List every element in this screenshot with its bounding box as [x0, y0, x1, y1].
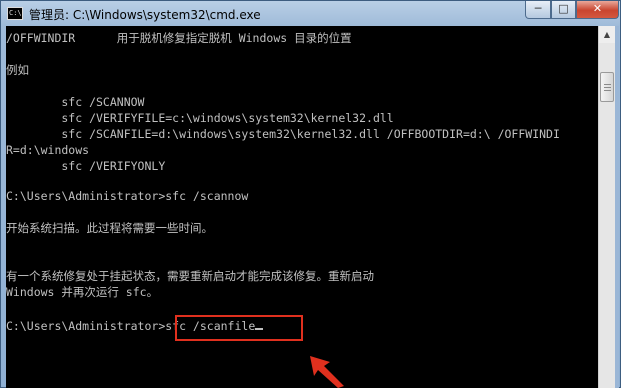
scroll-up-arrow-icon[interactable]: ▲ [599, 26, 615, 43]
grip-icon [604, 90, 611, 91]
console-line: /OFFWINDIR 用于脱机修复指定脱机 Windows 目录的位置 [6, 31, 352, 45]
grip-icon [604, 84, 611, 85]
console-line: sfc /SCANFILE=d:\windows\system32\kernel… [6, 127, 560, 141]
grip-icon [604, 87, 611, 88]
console-line: R=d:\windows [6, 143, 90, 157]
console-line: 有一个系统修复处于挂起状态，需要重新启动才能完成该修复。重新启动 [6, 269, 374, 283]
console-line: 开始系统扫描。此过程将需要一些时间。 [6, 221, 213, 235]
console-line: C:\Users\Administrator>sfc /scannow [6, 189, 249, 203]
close-button[interactable]: ✕ [576, 1, 619, 19]
window-title: 管理员: C:\Windows\system32\cmd.exe [29, 8, 261, 22]
console-line: 例如 [6, 63, 29, 77]
minimize-button[interactable]: ─ [525, 1, 551, 19]
console-line: sfc /SCANNOW [6, 95, 145, 109]
console-line: sfc /VERIFYONLY [6, 159, 166, 173]
scrollbar-thumb[interactable] [600, 72, 614, 102]
vertical-scrollbar[interactable]: ▲ [598, 26, 615, 388]
cmd-app-icon[interactable]: C:\ [7, 7, 23, 20]
pointer-arrow-icon [310, 356, 344, 388]
maximize-button[interactable]: □ [551, 1, 576, 19]
console-line: sfc /VERIFYFILE=c:\windows\system32\kern… [6, 111, 394, 125]
command-highlight-box [175, 315, 303, 341]
window-border [615, 26, 619, 388]
console-line: Windows 并再次运行 sfc。 [6, 285, 159, 299]
